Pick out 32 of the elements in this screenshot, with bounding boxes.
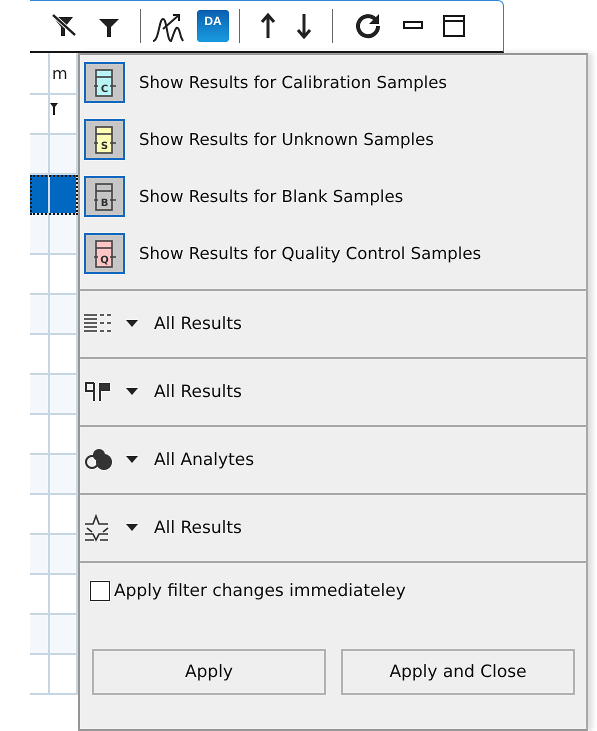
sample-type-toggle[interactable]: Q <box>84 233 125 274</box>
dropdown-value[interactable]: All Results <box>154 314 242 334</box>
arrow-up-icon[interactable] <box>260 12 276 40</box>
refresh-icon[interactable] <box>353 11 383 41</box>
document-icon <box>94 240 116 268</box>
arrow-down-icon[interactable] <box>296 12 312 40</box>
document-icon <box>94 182 116 210</box>
filter-label: Show Results for Unknown Samples <box>139 130 434 149</box>
dropdown-value[interactable]: All Results <box>154 518 242 538</box>
filter-label: Show Results for Blank Samples <box>139 187 404 206</box>
sample-type-toggle[interactable]: C <box>84 62 125 103</box>
dropdown-caret-icon[interactable] <box>126 388 138 396</box>
dropdown-value[interactable]: All Analytes <box>154 450 254 470</box>
sample-type-toggle[interactable]: B <box>84 176 125 217</box>
dropdown-caret-icon[interactable] <box>126 456 138 464</box>
filter-icon[interactable] <box>50 101 60 115</box>
dropdown-caret-icon[interactable] <box>126 320 138 328</box>
maximize-icon[interactable] <box>443 15 465 37</box>
filter-label: Show Results for Calibration Samples <box>139 73 448 92</box>
filter-label: Show Results for Quality Control Samples <box>139 244 482 263</box>
da-badge-icon[interactable]: DA <box>197 10 229 42</box>
apply-button[interactable]: Apply <box>92 649 326 695</box>
table-row[interactable] <box>30 175 78 215</box>
sample-type-toggle[interactable]: S <box>84 119 125 160</box>
dropdown-caret-icon[interactable] <box>126 524 138 532</box>
document-icon <box>94 126 116 154</box>
checkbox-label: Apply filter changes immediateley <box>114 581 406 601</box>
dropdown-value[interactable]: All Results <box>154 382 242 402</box>
checkbox[interactable] <box>90 581 110 601</box>
minimize-icon[interactable] <box>403 21 423 31</box>
apply-and-close-button[interactable]: Apply and Close <box>341 649 575 695</box>
document-icon <box>94 68 116 96</box>
